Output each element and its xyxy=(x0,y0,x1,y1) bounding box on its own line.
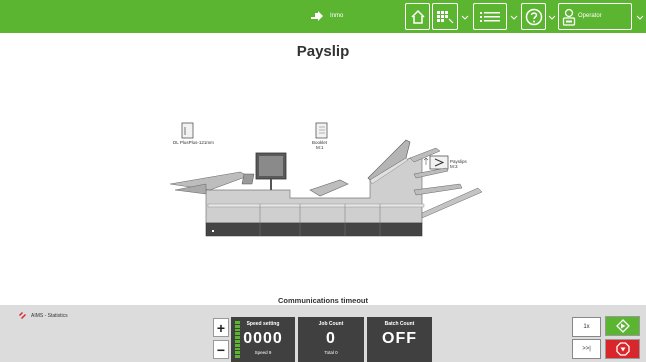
speed-decrease-button[interactable]: − xyxy=(213,340,229,359)
operator-label: Operator xyxy=(578,13,602,19)
home-icon xyxy=(410,9,425,24)
brand-label: Inmo xyxy=(330,13,344,19)
single-cycle-button[interactable]: 1x xyxy=(572,317,601,337)
speed-increase-button[interactable]: + xyxy=(213,318,229,337)
aims-statistics-link[interactable]: AIMS - Statistics xyxy=(18,311,68,320)
payslips-feeder-icon[interactable] xyxy=(423,155,449,170)
page-title: Payslip xyxy=(296,43,350,60)
booklet-sub-label: M:1 xyxy=(316,145,324,150)
status-message: Communications timeout xyxy=(277,296,368,305)
booklet-document-icon[interactable] xyxy=(315,122,328,139)
chevron-down-icon[interactable] xyxy=(461,14,469,22)
feeder-document-icon[interactable] xyxy=(181,122,194,139)
help-icon xyxy=(525,8,542,25)
chevron-down-icon[interactable] xyxy=(636,14,644,22)
chevron-down-icon[interactable] xyxy=(548,14,556,22)
stop-icon xyxy=(615,342,630,356)
aims-statistics-label: AIMS - Statistics xyxy=(31,312,68,319)
list-menu-icon xyxy=(480,11,500,22)
job-count-panel[interactable]: Job Count 0 Total 0 xyxy=(298,317,364,362)
batch-count-value: OFF xyxy=(382,330,417,347)
batch-count-panel[interactable]: Batch Count OFF xyxy=(367,317,432,362)
stop-button[interactable] xyxy=(605,339,640,359)
help-button[interactable] xyxy=(521,3,546,30)
speed-setting-caption: Speed setting xyxy=(246,321,280,327)
job-grid-button[interactable] xyxy=(432,3,458,30)
start-icon xyxy=(615,319,630,333)
payslips-sub-label: M:3 xyxy=(450,164,458,169)
batch-count-caption: Batch Count xyxy=(384,321,415,327)
chevron-down-icon[interactable] xyxy=(510,14,518,22)
job-count-caption: Job Count xyxy=(318,321,344,327)
speed-setting-panel: Speed setting 0000 Speed 9 xyxy=(231,317,295,362)
speed-level-indicator xyxy=(235,321,240,358)
operator-icon xyxy=(562,8,576,26)
job-count-value: 0 xyxy=(326,330,336,347)
aims-logo-icon xyxy=(19,312,26,319)
brand-logo-icon xyxy=(311,11,323,21)
skip-button[interactable]: >>| xyxy=(572,339,601,359)
start-button[interactable] xyxy=(605,316,640,336)
speed-value: 0000 xyxy=(243,330,283,347)
job-count-total: Total 0 xyxy=(324,350,338,355)
brand: Inmo xyxy=(310,10,343,22)
job-grid-icon xyxy=(437,10,454,23)
feeder-label: DL PlusPlus-121mm xyxy=(173,140,214,145)
list-menu-button[interactable] xyxy=(473,3,507,30)
home-button[interactable] xyxy=(405,3,430,30)
speed-sub-label: Speed 9 xyxy=(254,350,272,355)
inserter-machine-illustration xyxy=(170,122,483,237)
